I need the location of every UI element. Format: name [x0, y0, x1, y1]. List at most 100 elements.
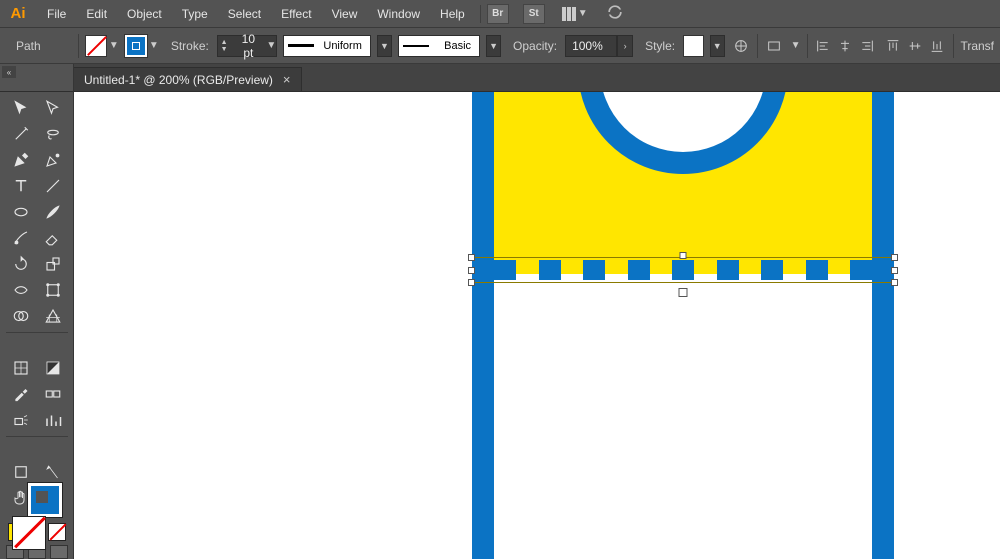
divider	[807, 34, 808, 58]
perspective-grid-tool-icon[interactable]	[38, 304, 68, 328]
direct-selection-tool-icon[interactable]	[38, 96, 68, 120]
menu-effect[interactable]: Effect	[272, 3, 320, 25]
chevron-down-icon[interactable]: ▼	[266, 40, 276, 51]
selection-handle[interactable]	[468, 267, 475, 274]
chevron-down-icon[interactable]: ▼	[377, 35, 392, 57]
style-label: Style:	[645, 39, 675, 53]
selection-handle[interactable]	[891, 279, 898, 286]
blend-tool-icon[interactable]	[38, 382, 68, 406]
stepper-arrows-icon[interactable]: ▲▼	[218, 39, 231, 53]
stroke-color-indicator[interactable]	[28, 483, 62, 517]
align-vcenter-icon[interactable]	[905, 35, 925, 57]
ellipse-tool-icon[interactable]	[6, 200, 36, 224]
dashed-stroke-path[interactable]	[494, 260, 872, 280]
stroke-profile-value: Uniform	[318, 40, 370, 52]
divider	[757, 34, 758, 58]
selection-handle[interactable]	[468, 279, 475, 286]
menu-file[interactable]: File	[38, 3, 75, 25]
sync-settings-icon[interactable]	[605, 2, 625, 25]
divider	[78, 34, 79, 58]
gradient-tool-icon[interactable]	[38, 356, 68, 380]
chevron-down-icon[interactable]: ▼	[486, 35, 501, 57]
eyedropper-tool-icon[interactable]	[6, 382, 36, 406]
collapse-tools-icon[interactable]: «	[2, 66, 16, 78]
chevron-down-icon[interactable]: ▼	[791, 40, 801, 51]
color-mode-none[interactable]	[48, 523, 66, 541]
type-tool-icon[interactable]	[6, 174, 36, 198]
tool-panel-header: «	[0, 64, 74, 91]
menu-object[interactable]: Object	[118, 3, 171, 25]
eraser-tool-icon[interactable]	[38, 226, 68, 250]
divider	[480, 5, 481, 23]
app-root: Ai File Edit Object Type Select Effect V…	[0, 0, 1000, 559]
stroke-weight-stepper[interactable]: ▲▼ 10 pt ▼	[217, 35, 277, 57]
screen-mode2-icon[interactable]	[50, 545, 68, 559]
pen-tool-icon[interactable]	[6, 148, 36, 172]
menu-edit[interactable]: Edit	[77, 3, 116, 25]
fill-stroke-indicator[interactable]	[12, 516, 62, 517]
bridge-button[interactable]: Br	[487, 4, 509, 24]
chevron-down-icon[interactable]: ▼	[149, 40, 159, 51]
menu-select[interactable]: Select	[219, 3, 270, 25]
divider	[6, 332, 68, 333]
free-transform-tool-icon[interactable]	[38, 278, 68, 302]
width-tool-icon[interactable]	[6, 278, 36, 302]
menu-view[interactable]: View	[323, 3, 367, 25]
slice-tool-icon[interactable]	[38, 460, 68, 484]
paintbrush-tool-icon[interactable]	[38, 200, 68, 224]
selection-handle[interactable]	[468, 254, 475, 261]
align-to-selection-icon[interactable]	[764, 35, 784, 57]
divider	[6, 436, 68, 437]
chevron-down-icon[interactable]: ▼	[109, 40, 119, 51]
shaper-tool-icon[interactable]	[6, 226, 36, 250]
stroke-weight-value[interactable]: 10 pt	[230, 32, 266, 60]
canvas[interactable]	[74, 92, 1000, 559]
rotate-tool-icon[interactable]	[6, 252, 36, 276]
column-graph-tool-icon[interactable]	[38, 408, 68, 432]
close-tab-icon[interactable]: ×	[283, 72, 291, 87]
shirt-side-left	[472, 92, 494, 559]
selection-handle[interactable]	[679, 288, 688, 297]
line-segment-tool-icon[interactable]	[38, 174, 68, 198]
selection-handle[interactable]	[891, 254, 898, 261]
lasso-tool-icon[interactable]	[38, 122, 68, 146]
fill-swatch-none[interactable]	[85, 35, 107, 57]
workspace	[0, 92, 1000, 559]
graphic-style-swatch[interactable]	[683, 35, 704, 57]
artboard-tool-icon[interactable]	[6, 460, 36, 484]
document-tab[interactable]: Untitled-1* @ 200% (RGB/Preview) ×	[74, 67, 302, 91]
menu-window[interactable]: Window	[368, 3, 429, 25]
menu-bar: Ai File Edit Object Type Select Effect V…	[0, 0, 1000, 28]
recolor-artwork-icon[interactable]	[731, 35, 751, 57]
align-hcenter-icon[interactable]	[835, 35, 855, 57]
brush-definition-dropdown[interactable]: Basic	[398, 35, 480, 57]
selection-edge	[472, 282, 894, 283]
transform-panel-link[interactable]: Transf	[960, 39, 994, 53]
selection-handle[interactable]	[891, 267, 898, 274]
mesh-tool-icon[interactable]	[6, 356, 36, 380]
selection-tool-icon[interactable]	[6, 96, 36, 120]
arrange-documents-button[interactable]: ▼	[559, 4, 591, 24]
stroke-swatch[interactable]	[125, 35, 147, 57]
align-top-icon[interactable]	[883, 35, 903, 57]
shape-builder-tool-icon[interactable]	[6, 304, 36, 328]
curvature-tool-icon[interactable]	[38, 148, 68, 172]
scale-tool-icon[interactable]	[38, 252, 68, 276]
align-right-icon[interactable]	[857, 35, 877, 57]
menu-type[interactable]: Type	[173, 3, 217, 25]
align-left-icon[interactable]	[813, 35, 833, 57]
stock-button[interactable]: St	[523, 4, 545, 24]
chevron-right-icon[interactable]: ›	[617, 35, 633, 57]
app-logo: Ai	[6, 2, 30, 26]
magic-wand-tool-icon[interactable]	[6, 122, 36, 146]
selection-kind-label: Path	[6, 39, 72, 53]
chevron-down-icon[interactable]: ▼	[710, 35, 725, 57]
opacity-control: 100% ›	[565, 35, 633, 57]
menu-help[interactable]: Help	[431, 3, 474, 25]
symbol-sprayer-tool-icon[interactable]	[6, 408, 36, 432]
variable-width-profile-dropdown[interactable]: Uniform	[283, 35, 371, 57]
opacity-value[interactable]: 100%	[565, 35, 617, 57]
selection-handle[interactable]	[680, 252, 687, 259]
fill-color-indicator[interactable]	[12, 516, 46, 550]
align-bottom-icon[interactable]	[927, 35, 947, 57]
